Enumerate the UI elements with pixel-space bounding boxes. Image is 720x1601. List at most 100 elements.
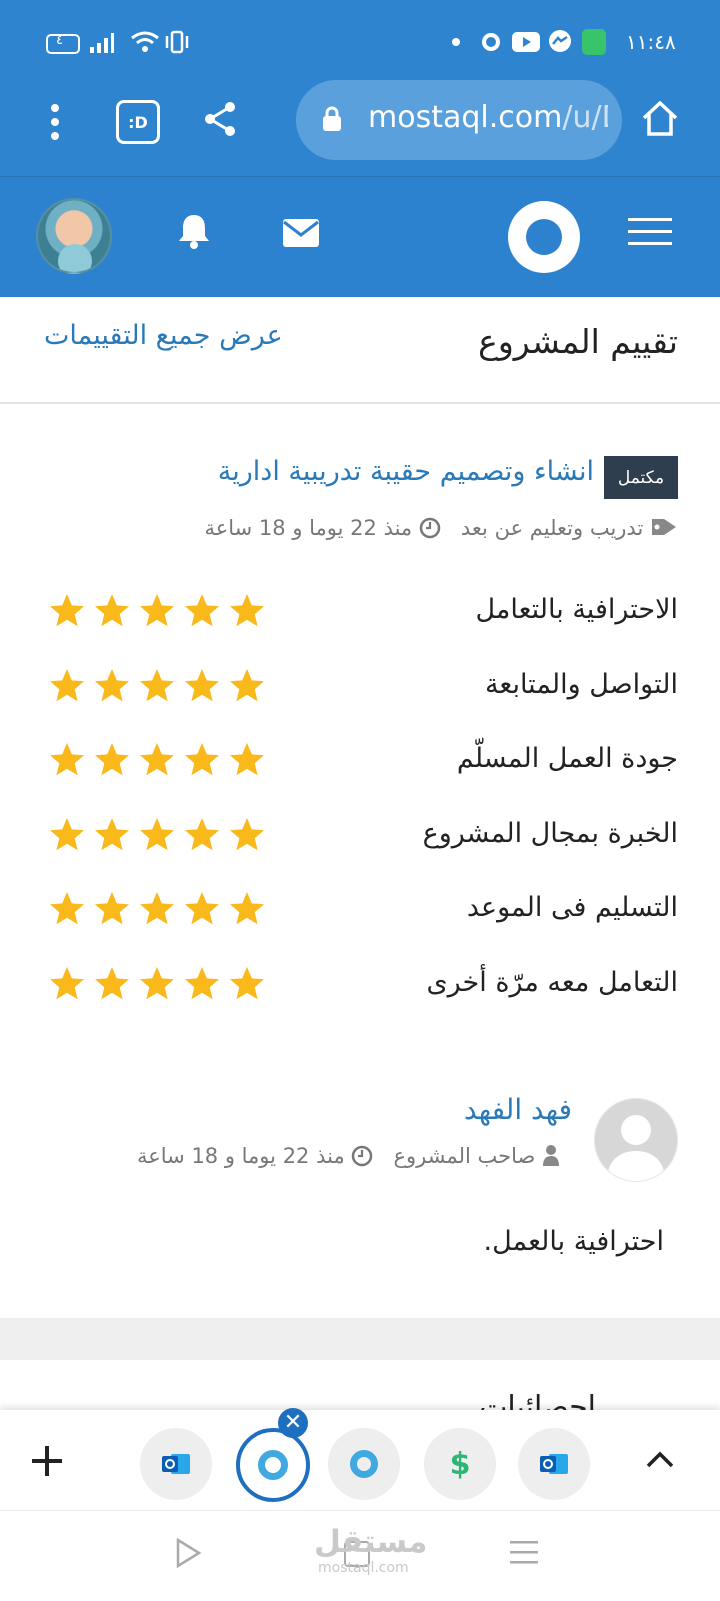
star-rating	[48, 890, 266, 928]
star-icon	[95, 892, 129, 925]
rating-label: الاحترافية بالتعامل	[475, 594, 678, 625]
tag-icon	[652, 519, 676, 535]
star-icon	[95, 743, 129, 776]
star-icon	[95, 594, 129, 627]
star-icon	[140, 817, 174, 850]
watermark-url: mostaql.com	[318, 1560, 409, 1576]
status-bar: ٤ ١١:٤٨	[0, 0, 720, 84]
user-icon	[543, 1145, 559, 1166]
tab-money[interactable]: $	[424, 1428, 496, 1500]
review-text: احترافية بالعمل.	[483, 1226, 664, 1257]
back-triangle-icon[interactable]	[174, 1537, 202, 1569]
mostaql-tab-icon	[350, 1450, 378, 1478]
star-icon	[50, 594, 84, 627]
project-meta: تدريب وتعليم عن بعد منذ 22 يوما و 18 ساع…	[204, 516, 678, 540]
user-avatar[interactable]	[36, 198, 112, 274]
tabs-switcher-icon[interactable]: :D	[116, 100, 160, 144]
star-rating	[48, 667, 266, 705]
star-icon	[185, 817, 219, 850]
reviewer-role: صاحب المشروع	[393, 1144, 536, 1168]
star-rating	[48, 816, 266, 854]
green-app-icon	[582, 29, 606, 55]
url-domain: mostaql.com	[368, 100, 563, 135]
rating-label: التسليم فى الموعد	[466, 892, 678, 923]
star-rating	[48, 741, 266, 779]
star-rating	[48, 965, 266, 1003]
star-icon	[185, 594, 219, 627]
project-time-ago: منذ 22 يوما و 18 ساعة	[204, 516, 413, 540]
youtube-icon	[512, 32, 540, 52]
envelope-icon[interactable]	[282, 218, 320, 248]
rating-label: الخبرة بمجال المشروع	[422, 817, 678, 849]
status-badge: مكتمل	[604, 456, 678, 499]
star-icon	[140, 594, 174, 627]
watermark-logo: مستقل	[314, 1524, 428, 1560]
star-icon	[185, 743, 219, 776]
default-user-icon	[607, 1115, 665, 1181]
project-title-link[interactable]: انشاء وتصميم حقيبة تدريبية ادارية	[218, 456, 594, 487]
tab-tray: ✕ $	[0, 1408, 720, 1510]
battery-icon: ٤	[46, 33, 80, 54]
hamburger-icon[interactable]	[628, 216, 672, 248]
star-icon	[95, 966, 129, 999]
chevron-up-icon[interactable]	[646, 1450, 674, 1468]
star-icon	[185, 966, 219, 999]
star-icon	[140, 892, 174, 925]
star-icon	[50, 668, 84, 701]
star-icon	[230, 892, 264, 925]
mostaql-tab-icon	[258, 1450, 288, 1480]
reviewer-avatar[interactable]	[594, 1098, 678, 1182]
close-tab-icon[interactable]: ✕	[278, 1408, 308, 1438]
mostaql-logo[interactable]	[508, 201, 580, 273]
outlook-icon	[540, 1454, 568, 1474]
star-icon	[140, 668, 174, 701]
wifi-icon	[131, 31, 159, 52]
project-category[interactable]: تدريب وتعليم عن بعد	[461, 516, 643, 540]
star-icon	[230, 743, 264, 776]
star-icon	[95, 668, 129, 701]
vibrate-icon	[165, 30, 189, 54]
divider	[0, 402, 720, 404]
star-icon	[95, 817, 129, 850]
dot-icon	[452, 38, 460, 46]
star-rating	[48, 592, 266, 630]
share-icon[interactable]	[202, 100, 238, 138]
section-title: تقييم المشروع	[478, 322, 678, 361]
clock-time: ١١:٤٨	[626, 30, 676, 54]
url-text[interactable]: mostaql.com/u/D	[368, 100, 608, 135]
tab-outlook-1[interactable]	[140, 1428, 212, 1500]
outlook-icon	[162, 1454, 190, 1474]
star-icon	[50, 966, 84, 999]
more-options-icon[interactable]	[48, 102, 62, 142]
bell-icon[interactable]	[176, 212, 212, 250]
star-icon	[50, 892, 84, 925]
plus-icon[interactable]	[32, 1446, 62, 1476]
star-icon	[230, 966, 264, 999]
clock-icon	[352, 1145, 373, 1167]
rating-label: التعامل معه مرّة أخرى	[426, 966, 678, 998]
star-icon	[185, 892, 219, 925]
section-separator	[0, 1318, 720, 1360]
star-icon	[140, 743, 174, 776]
mostaql-notification-icon	[482, 33, 500, 51]
star-icon	[50, 817, 84, 850]
signal-icon	[90, 33, 114, 53]
rating-label: جودة العمل المسلّم	[456, 743, 678, 774]
messenger-icon	[549, 30, 571, 52]
tab-outlook-2[interactable]	[518, 1428, 590, 1500]
tab-mostaql-active[interactable]	[236, 1428, 310, 1502]
home-icon[interactable]	[640, 98, 680, 138]
view-all-ratings-link[interactable]: عرض جميع التقييمات	[44, 320, 283, 351]
star-icon	[140, 966, 174, 999]
reviewer-name-link[interactable]: فهد الفهد	[464, 1093, 572, 1126]
next-section-heading: إحصائيات	[479, 1392, 596, 1412]
url-path: /u/D	[562, 100, 608, 135]
dollar-icon: $	[449, 1446, 471, 1482]
recents-lines-icon[interactable]	[510, 1539, 538, 1565]
clock-icon	[419, 517, 441, 539]
tab-mostaql-2[interactable]	[328, 1428, 400, 1500]
review-time-ago: منذ 22 يوما و 18 ساعة	[136, 1144, 345, 1168]
reviewer-meta: صاحب المشروع منذ 22 يوما و 18 ساعة	[137, 1144, 560, 1168]
star-icon	[230, 594, 264, 627]
star-icon	[50, 743, 84, 776]
